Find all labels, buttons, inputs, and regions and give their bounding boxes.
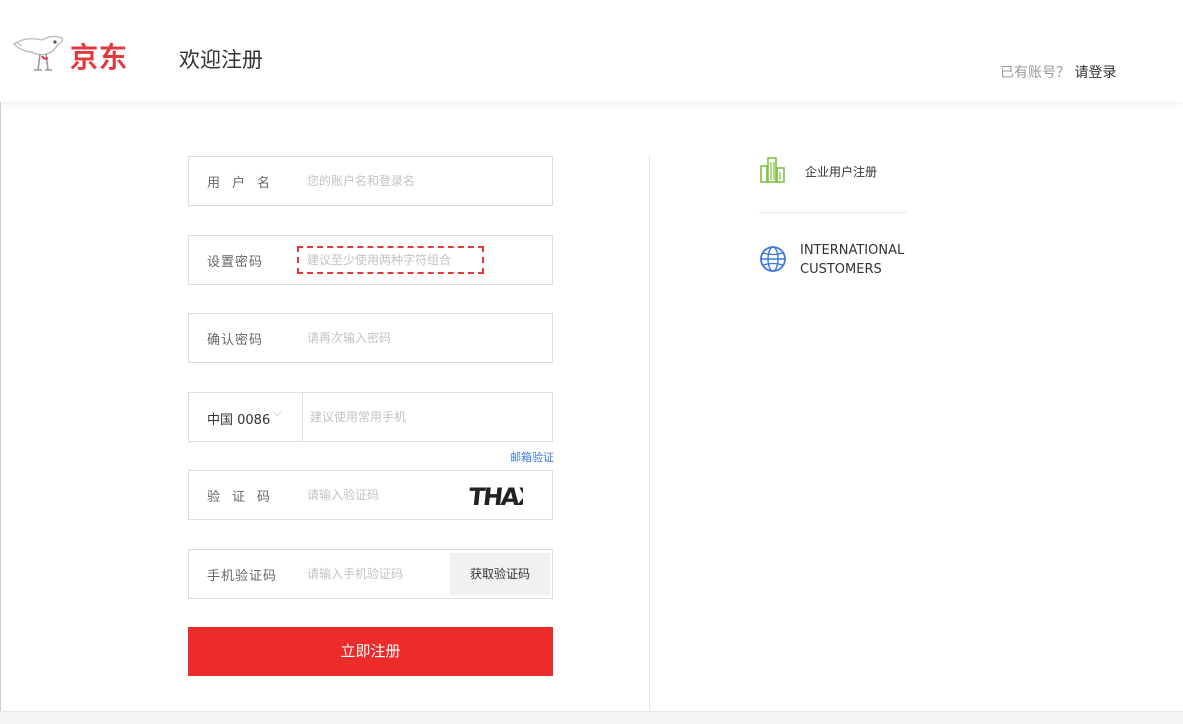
logo-wordmark: 京东 <box>70 41 129 74</box>
header: 京东 欢迎注册 已有账号？ 请登录 <box>0 0 1183 102</box>
username-label: 用户名 <box>207 176 283 191</box>
get-code-button[interactable]: 获取验证码 <box>450 553 550 595</box>
international-customers-label: INTERNATIONAL CUSTOMERS <box>800 241 904 279</box>
window-edge <box>0 0 1 723</box>
captcha-field[interactable]: 验证码 请输入验证码 THAX <box>188 470 553 520</box>
jd-logo[interactable]: 京东 <box>12 30 152 76</box>
sms-code-label: 手机验证码 <box>207 569 278 584</box>
building-icon <box>760 157 785 183</box>
sms-code-field[interactable]: 手机验证码 请输入手机验证码 获取验证码 <box>188 549 553 599</box>
login-link[interactable]: 请登录 <box>1074 65 1116 81</box>
country-code-label: 中国 0086 <box>207 413 271 428</box>
page-title: 欢迎注册 <box>179 48 263 72</box>
email-verify-link[interactable]: 邮箱验证 <box>510 449 554 465</box>
captcha-input[interactable]: 请输入验证码 <box>307 486 379 503</box>
confirm-password-field[interactable]: 确认密码 请再次输入密码 <box>188 313 553 363</box>
login-prompt: 已有账号？ <box>1000 65 1070 81</box>
international-line-1: INTERNATIONAL <box>800 243 905 258</box>
username-field[interactable]: 用户名 您的账户名和登录名 <box>188 156 553 206</box>
captcha-label: 验证码 <box>207 490 283 505</box>
captcha-text: THAX <box>469 483 523 511</box>
jd-dog-logo-icon <box>12 35 64 71</box>
international-line-2: CUSTOMERS <box>800 262 882 277</box>
chevron-down-icon: ⌵ <box>273 406 282 419</box>
phone-field: 中国 0086 ⌵ 建议使用常用手机 <box>188 392 553 442</box>
phone-input[interactable]: 建议使用常用手机 <box>310 408 406 425</box>
globe-icon <box>760 246 786 272</box>
register-button[interactable]: 立即注册 <box>188 627 553 676</box>
password-field[interactable]: 设置密码 建议至少使用两种字符组合 <box>188 235 553 285</box>
login-hint: 已有账号？ 请登录 <box>1000 62 1116 82</box>
enterprise-register-label: 企业用户注册 <box>805 165 878 179</box>
password-input[interactable]: 建议至少使用两种字符组合 <box>297 246 484 274</box>
side-divider <box>759 212 906 213</box>
confirm-password-input[interactable]: 请再次输入密码 <box>307 329 391 346</box>
password-label: 设置密码 <box>207 255 264 270</box>
confirm-password-label: 确认密码 <box>207 333 264 348</box>
sms-code-input[interactable]: 请输入手机验证码 <box>307 565 403 582</box>
username-input[interactable]: 您的账户名和登录名 <box>307 172 415 189</box>
footer-edge <box>0 711 1183 724</box>
vertical-divider <box>649 155 650 710</box>
country-code-select[interactable]: 中国 0086 ⌵ <box>189 393 303 441</box>
captcha-image[interactable]: THAX <box>469 475 523 515</box>
